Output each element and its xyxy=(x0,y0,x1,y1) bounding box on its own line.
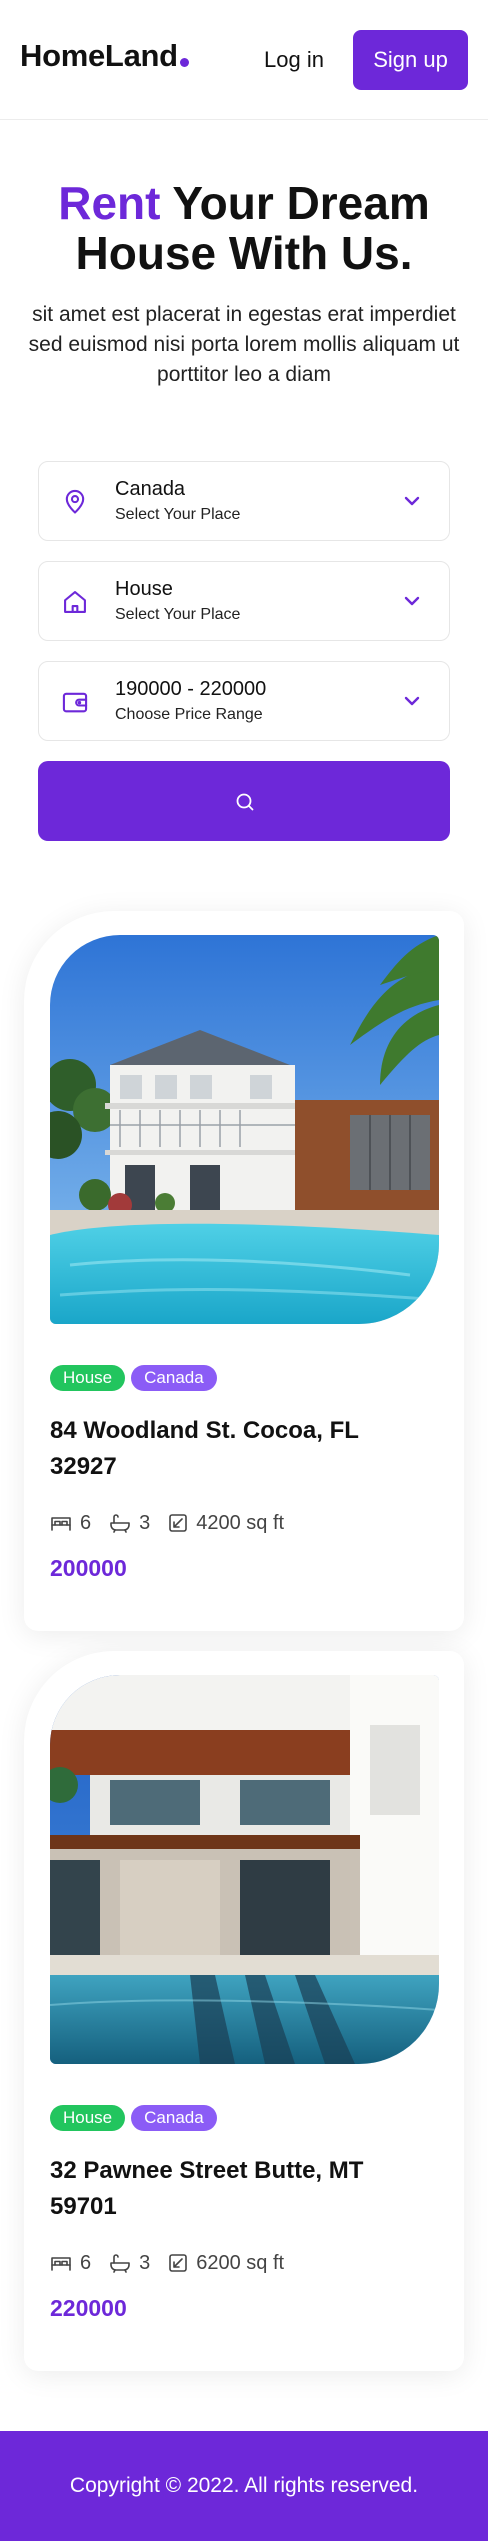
property-type-filter-value: House xyxy=(115,578,173,600)
listing-tags: House Canada xyxy=(50,1365,223,1391)
chevron-down-icon xyxy=(404,596,420,606)
area-icon xyxy=(169,2254,188,2272)
wallet-icon xyxy=(62,692,88,713)
listing-address[interactable]: 84 Woodland St. Cocoa, FL 32927 xyxy=(50,1413,430,1485)
house-icon xyxy=(64,591,86,613)
site-header: HomeLand Log in Sign up xyxy=(0,0,488,120)
beds-feature: 6 xyxy=(50,1512,91,1535)
listing-address[interactable]: 32 Pawnee Street Butte, MT 59701 xyxy=(50,2153,430,2225)
listing-tags: House Canada xyxy=(50,2105,223,2131)
price-range-filter-label: Choose Price Range xyxy=(115,706,263,723)
area-value: 6200 sq ft xyxy=(196,2251,285,2274)
type-tag: House xyxy=(50,2105,126,2131)
location-tag: Canada xyxy=(131,2105,217,2131)
signup-button[interactable]: Sign up xyxy=(353,30,468,90)
listing-card[interactable]: House Canada 32 Pawnee Street Butte, MT 5… xyxy=(24,1651,464,2371)
listing-features: 6 3 4200 sq ft xyxy=(50,1509,302,1537)
logo-text: HomeLand xyxy=(20,38,178,73)
listing-photo[interactable] xyxy=(50,1675,439,2064)
bathtub-icon xyxy=(110,2254,130,2273)
hero-title-accent: Rent xyxy=(58,177,161,229)
listing-photo[interactable] xyxy=(50,935,439,1324)
logo-dot xyxy=(179,58,189,67)
house-with-pool-photo xyxy=(50,935,439,1324)
chevron-down-icon xyxy=(404,696,420,706)
beds-feature: 6 xyxy=(50,2252,91,2275)
beds-count: 6 xyxy=(80,2251,92,2274)
hero-title-line2: House With Us. xyxy=(75,227,413,279)
hero-title-line1: Your Dream xyxy=(160,177,430,229)
listing-price: 220000 xyxy=(50,2295,127,2321)
price-range-filter-value: 190000 - 220000 xyxy=(115,678,267,700)
baths-feature: 3 xyxy=(109,2252,150,2275)
search-button[interactable] xyxy=(38,761,450,841)
location-filter-label: Select Your Place xyxy=(115,506,241,523)
login-link[interactable]: Log in xyxy=(256,42,332,78)
area-feature: 4200 sq ft xyxy=(168,1512,284,1535)
hero-title: Rent Your Dream House With Us. xyxy=(20,178,468,278)
listing-price: 200000 xyxy=(50,1555,127,1581)
location-tag: Canada xyxy=(131,1365,217,1391)
area-feature: 6200 sq ft xyxy=(168,2252,284,2275)
location-pin-icon xyxy=(65,489,85,514)
price-range-filter[interactable]: 190000 - 220000 Choose Price Range xyxy=(38,661,450,741)
listing-card[interactable]: House Canada 84 Woodland St. Cocoa, FL 32… xyxy=(24,911,464,1631)
bed-icon xyxy=(51,2257,71,2271)
search-icon xyxy=(236,793,254,811)
bathtub-icon xyxy=(110,1514,130,1533)
property-type-filter[interactable]: House Select Your Place xyxy=(38,561,450,641)
listing-features: 6 3 6200 sq ft xyxy=(50,2249,302,2277)
chevron-down-icon xyxy=(404,496,420,506)
logo[interactable]: HomeLand xyxy=(20,38,189,74)
site-footer: Copyright © 2022. All rights reserved. xyxy=(0,2431,488,2541)
baths-count: 3 xyxy=(139,2251,151,2274)
beds-count: 6 xyxy=(80,1511,92,1534)
type-tag: House xyxy=(50,1365,126,1391)
location-filter-value: Canada xyxy=(115,478,186,500)
area-icon xyxy=(169,1514,188,1532)
baths-feature: 3 xyxy=(109,1512,150,1535)
hero-description: sit amet est placerat in egestas erat im… xyxy=(28,303,460,386)
property-type-filter-label: Select Your Place xyxy=(115,606,241,623)
area-value: 4200 sq ft xyxy=(196,1511,285,1534)
copyright-text: Copyright © 2022. All rights reserved. xyxy=(69,2474,419,2497)
baths-count: 3 xyxy=(139,1511,151,1534)
location-filter[interactable]: Canada Select Your Place xyxy=(38,461,450,541)
bed-icon xyxy=(51,1517,71,1531)
modern-house-photo xyxy=(50,1675,439,2064)
